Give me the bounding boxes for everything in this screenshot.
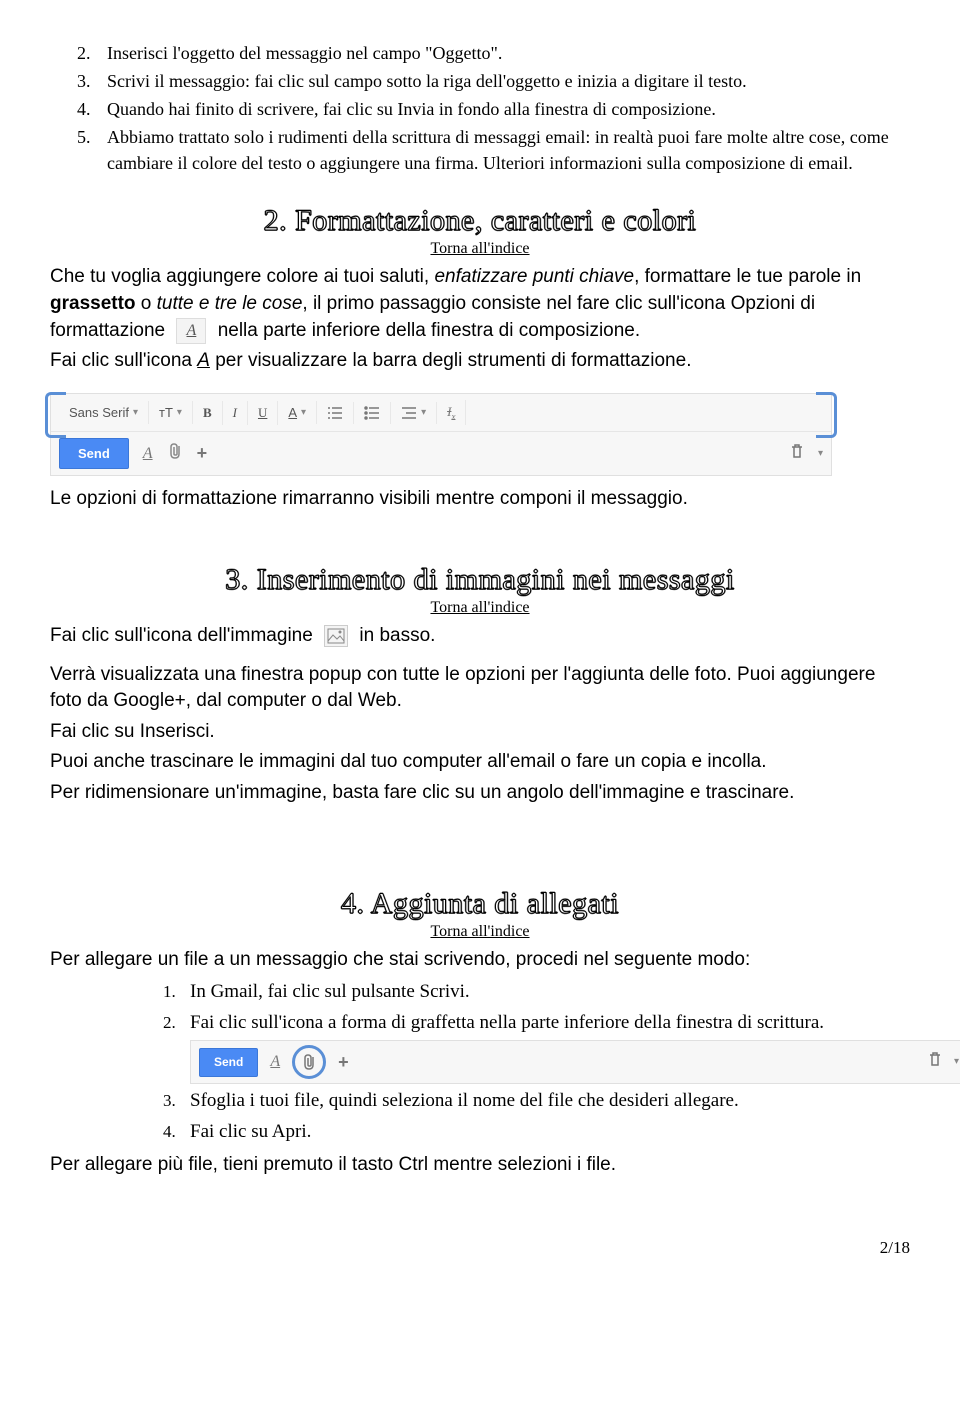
list-item: Inserisci l'oggetto del messaggio nel ca… xyxy=(95,40,910,66)
list-text: Abbiamo trattato solo i rudimenti della … xyxy=(107,127,889,147)
list-text: Quando hai finito di scrivere, fai clic … xyxy=(107,99,716,119)
discard-button[interactable] xyxy=(790,443,804,465)
more-options-button[interactable]: + xyxy=(197,443,208,464)
indent-icon xyxy=(401,406,417,420)
back-to-index-link[interactable]: Torna all'indice xyxy=(50,599,910,617)
italic-button[interactable]: I xyxy=(223,401,248,425)
list-text: Inserisci l'oggetto del messaggio nel ca… xyxy=(107,43,502,63)
paragraph: Le opzioni di formattazione rimarranno v… xyxy=(50,486,910,513)
format-toggle-button[interactable]: A xyxy=(143,445,153,463)
list-text: Scrivi il messaggio: fai clic sul campo … xyxy=(107,71,747,91)
section-heading-4: 4. Aggiunta di allegati xyxy=(50,887,910,921)
list-item: In Gmail, fai clic sul pulsante Scrivi. xyxy=(180,979,910,1006)
menu-caret[interactable]: ▾ xyxy=(818,448,823,459)
send-button[interactable]: Send xyxy=(59,438,129,469)
underline-button[interactable]: U xyxy=(248,401,278,425)
paragraph: Fai clic sull'icona dell'immagine in bas… xyxy=(50,623,910,650)
paragraph: Per allegare un file a un messaggio che … xyxy=(50,947,910,974)
text-size-button[interactable]: тT▾ xyxy=(149,401,193,424)
attach-toolbar-mockup: Send A + ▾ xyxy=(190,1040,960,1084)
trash-icon xyxy=(928,1051,942,1067)
back-to-index-link[interactable]: Torna all'indice xyxy=(50,923,910,941)
back-to-index-link[interactable]: Torna all'indice xyxy=(50,240,910,258)
list-item: Fai clic sull'icona a forma di graffetta… xyxy=(180,1010,910,1085)
list-item: Sfoglia i tuoi file, quindi seleziona il… xyxy=(180,1088,910,1115)
bold-button[interactable]: B xyxy=(193,401,223,425)
paragraph: Verrà visualizzata una finestra popup co… xyxy=(50,662,910,715)
numbered-list-button[interactable] xyxy=(317,402,354,424)
bullet-list-button[interactable] xyxy=(354,402,391,424)
attach-button[interactable] xyxy=(167,442,183,466)
page-number: 2/18 xyxy=(50,1238,910,1258)
section-heading-2: 2. Formattazione, caratteri e colori xyxy=(50,204,910,238)
paragraph: Per allegare più file, tieni premuto il … xyxy=(50,1152,910,1179)
paragraph: Fai clic sull'icona A per visualizzare l… xyxy=(50,348,910,375)
clear-format-button[interactable]: Ix xyxy=(437,400,466,426)
format-a-icon: A xyxy=(176,318,206,344)
font-selector[interactable]: Sans Serif▾ xyxy=(59,401,149,424)
list-item: Scrivi il messaggio: fai clic sul campo … xyxy=(95,68,910,94)
highlight-bracket-left xyxy=(45,392,66,438)
paperclip-icon xyxy=(302,1054,316,1070)
send-button[interactable]: Send xyxy=(199,1048,258,1077)
more-options-button[interactable]: + xyxy=(338,1050,349,1075)
formatting-toolbar-mockup: Sans Serif▾ тT▾ B I U A▾ ▾ Ix Send A + ▾ xyxy=(50,393,832,477)
indent-button[interactable]: ▾ xyxy=(391,402,437,424)
insert-image-icon xyxy=(324,625,348,647)
trash-icon xyxy=(790,443,804,459)
text-color-button[interactable]: A▾ xyxy=(278,401,317,424)
attachment-steps-list: In Gmail, fai clic sul pulsante Scrivi. … xyxy=(50,979,910,1145)
paragraph: Che tu voglia aggiungere colore ai tuoi … xyxy=(50,264,910,344)
instruction-list: Inserisci l'oggetto del messaggio nel ca… xyxy=(50,40,910,176)
list-item: Abbiamo trattato solo i rudimenti della … xyxy=(95,124,910,176)
section-heading-3: 3. Inserimento di immagini nei messaggi xyxy=(50,563,910,597)
paperclip-icon xyxy=(167,442,183,460)
format-toggle-button[interactable]: A xyxy=(270,1051,280,1073)
num-list-icon xyxy=(327,406,343,420)
list-item: Quando hai finito di scrivere, fai clic … xyxy=(95,96,910,122)
paragraph: Per ridimensionare un'immagine, basta fa… xyxy=(50,780,910,807)
bullet-list-icon xyxy=(364,406,380,420)
highlight-bracket-right xyxy=(816,392,837,438)
discard-button[interactable] xyxy=(928,1049,942,1076)
attach-button-highlighted[interactable] xyxy=(292,1045,326,1079)
list-item: Fai clic su Apri. xyxy=(180,1119,910,1146)
paragraph: Fai clic su Inserisci. xyxy=(50,719,910,746)
menu-caret[interactable]: ▾ xyxy=(954,1055,959,1069)
list-text: cambiare il colore del testo o aggiunger… xyxy=(107,153,853,173)
paragraph: Puoi anche trascinare le immagini dal tu… xyxy=(50,749,910,776)
